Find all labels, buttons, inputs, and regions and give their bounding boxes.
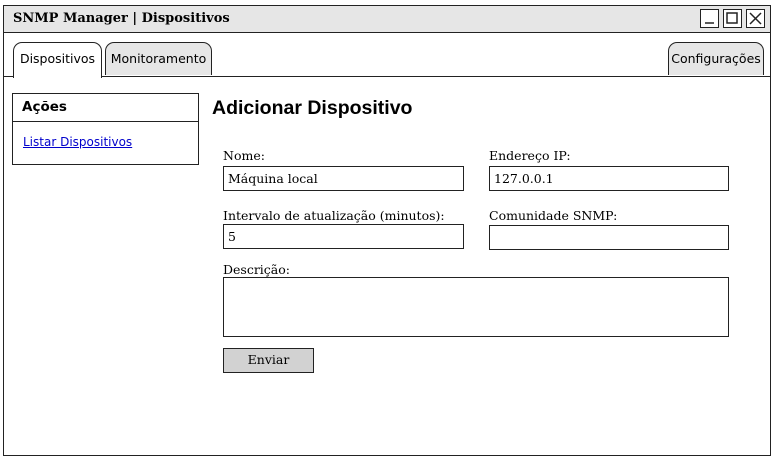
submit-button[interactable]: Enviar xyxy=(223,348,314,373)
list-devices-link[interactable]: Listar Dispositivos xyxy=(23,135,132,149)
tab-configuracoes[interactable]: Configurações xyxy=(668,42,764,75)
interval-label: Intervalo de atualização (minutos): xyxy=(223,208,445,223)
ip-field[interactable] xyxy=(489,166,729,191)
tab-strip-divider xyxy=(4,76,770,77)
title-bar: SNMP Manager | Dispositivos xyxy=(4,6,770,33)
name-label: Nome: xyxy=(223,148,265,163)
description-field[interactable] xyxy=(223,277,729,337)
actions-panel-header: Ações xyxy=(13,94,198,122)
minimize-icon xyxy=(705,22,714,24)
close-button[interactable] xyxy=(746,9,765,28)
actions-panel: Ações Listar Dispositivos xyxy=(12,93,199,165)
tab-dispositivos[interactable]: Dispositivos xyxy=(13,42,102,78)
community-field[interactable] xyxy=(489,225,729,250)
tab-monitoramento[interactable]: Monitoramento xyxy=(105,42,212,75)
ip-label: Endereço IP: xyxy=(489,148,571,163)
community-label: Comunidade SNMP: xyxy=(489,208,618,223)
minimize-button[interactable] xyxy=(700,9,719,28)
name-field[interactable] xyxy=(223,166,464,191)
page-title: Adicionar Dispositivo xyxy=(212,97,413,119)
interval-field[interactable] xyxy=(223,224,464,249)
maximize-icon xyxy=(726,12,738,24)
app-window: SNMP Manager | Dispositivos Monitorament… xyxy=(3,5,771,456)
maximize-button[interactable] xyxy=(723,9,742,28)
description-label: Descrição: xyxy=(223,262,290,277)
close-icon xyxy=(749,12,762,25)
window-title: SNMP Manager | Dispositivos xyxy=(13,11,230,26)
